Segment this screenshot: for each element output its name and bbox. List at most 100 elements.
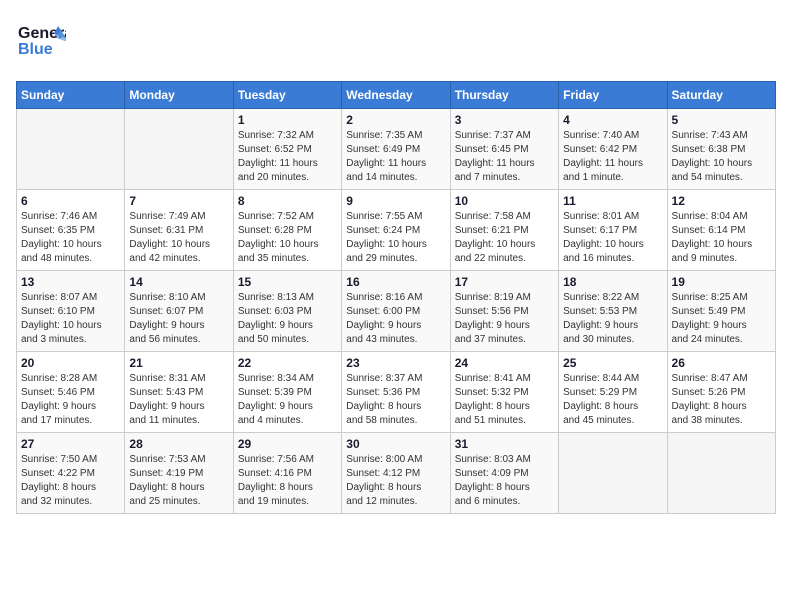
calendar-day-cell: 9 Sunrise: 7:55 AM Sunset: 6:24 PM Daylig… [342, 190, 450, 271]
calendar-day-cell: 31 Sunrise: 8:03 AM Sunset: 4:09 PM Dayli… [450, 433, 558, 514]
calendar-day-cell: 11Sunrise: 8:01 AM Sunset: 6:17 PM Dayli… [559, 190, 667, 271]
calendar-table: SundayMondayTuesdayWednesdayThursdayFrid… [16, 81, 776, 514]
day-info: Sunrise: 7:58 AM Sunset: 6:21 PM Dayligh… [455, 210, 554, 266]
day-info: Sunrise: 7:50 AM Sunset: 4:22 PM Dayligh… [21, 453, 120, 509]
day-number: 11 [563, 194, 662, 208]
calendar-day-cell: 29 Sunrise: 7:56 AM Sunset: 4:16 PM Dayli… [233, 433, 341, 514]
day-info: Sunrise: 7:53 AM Sunset: 4:19 PM Dayligh… [129, 453, 228, 509]
day-number: 29 [238, 437, 337, 451]
day-info: Sunrise: 8:10 AM Sunset: 6:07 PM Dayligh… [129, 291, 228, 347]
calendar-week-row: 1 Sunrise: 7:32 AM Sunset: 6:52 PM Daylig… [17, 109, 776, 190]
day-info: Sunrise: 7:35 AM Sunset: 6:49 PM Dayligh… [346, 129, 445, 185]
weekday-header: Tuesday [233, 82, 341, 109]
day-number: 24 [455, 356, 554, 370]
day-number: 2 [346, 113, 445, 127]
calendar-day-cell [667, 433, 775, 514]
weekday-header: Saturday [667, 82, 775, 109]
day-number: 16 [346, 275, 445, 289]
calendar-day-cell: 12 Sunrise: 8:04 AM Sunset: 6:14 PM Dayli… [667, 190, 775, 271]
day-number: 26 [672, 356, 771, 370]
calendar-day-cell: 27 Sunrise: 7:50 AM Sunset: 4:22 PM Dayli… [17, 433, 125, 514]
calendar-week-row: 20Sunrise: 8:28 AM Sunset: 5:46 PM Dayli… [17, 352, 776, 433]
day-info: Sunrise: 8:04 AM Sunset: 6:14 PM Dayligh… [672, 210, 771, 266]
calendar-header-row: SundayMondayTuesdayWednesdayThursdayFrid… [17, 82, 776, 109]
day-info: Sunrise: 8:47 AM Sunset: 5:26 PM Dayligh… [672, 372, 771, 428]
day-number: 27 [21, 437, 120, 451]
calendar-day-cell: 16 Sunrise: 8:16 AM Sunset: 6:00 PM Dayli… [342, 271, 450, 352]
weekday-header: Monday [125, 82, 233, 109]
day-info: Sunrise: 8:03 AM Sunset: 4:09 PM Dayligh… [455, 453, 554, 509]
day-number: 28 [129, 437, 228, 451]
day-info: Sunrise: 8:25 AM Sunset: 5:49 PM Dayligh… [672, 291, 771, 347]
calendar-day-cell: 17Sunrise: 8:19 AM Sunset: 5:56 PM Dayli… [450, 271, 558, 352]
day-number: 4 [563, 113, 662, 127]
day-number: 10 [455, 194, 554, 208]
day-number: 14 [129, 275, 228, 289]
day-info: Sunrise: 8:22 AM Sunset: 5:53 PM Dayligh… [563, 291, 662, 347]
calendar-day-cell: 8Sunrise: 7:52 AM Sunset: 6:28 PM Daylig… [233, 190, 341, 271]
calendar-day-cell: 3 Sunrise: 7:37 AM Sunset: 6:45 PM Daylig… [450, 109, 558, 190]
calendar-day-cell: 28 Sunrise: 7:53 AM Sunset: 4:19 PM Dayli… [125, 433, 233, 514]
day-info: Sunrise: 8:13 AM Sunset: 6:03 PM Dayligh… [238, 291, 337, 347]
calendar-day-cell: 19 Sunrise: 8:25 AM Sunset: 5:49 PM Dayli… [667, 271, 775, 352]
calendar-week-row: 13 Sunrise: 8:07 AM Sunset: 6:10 PM Dayli… [17, 271, 776, 352]
calendar-day-cell [17, 109, 125, 190]
calendar-day-cell: 10 Sunrise: 7:58 AM Sunset: 6:21 PM Dayli… [450, 190, 558, 271]
calendar-day-cell: 30 Sunrise: 8:00 AM Sunset: 4:12 PM Dayli… [342, 433, 450, 514]
day-info: Sunrise: 8:34 AM Sunset: 5:39 PM Dayligh… [238, 372, 337, 428]
calendar-day-cell: 14 Sunrise: 8:10 AM Sunset: 6:07 PM Dayli… [125, 271, 233, 352]
day-number: 19 [672, 275, 771, 289]
weekday-header: Wednesday [342, 82, 450, 109]
calendar-day-cell: 13 Sunrise: 8:07 AM Sunset: 6:10 PM Dayli… [17, 271, 125, 352]
day-number: 22 [238, 356, 337, 370]
svg-text:Blue: Blue [18, 41, 53, 58]
day-number: 21 [129, 356, 228, 370]
day-info: Sunrise: 7:56 AM Sunset: 4:16 PM Dayligh… [238, 453, 337, 509]
calendar-day-cell: 18 Sunrise: 8:22 AM Sunset: 5:53 PM Dayli… [559, 271, 667, 352]
day-info: Sunrise: 7:32 AM Sunset: 6:52 PM Dayligh… [238, 129, 337, 185]
day-number: 12 [672, 194, 771, 208]
weekday-header: Thursday [450, 82, 558, 109]
weekday-header: Sunday [17, 82, 125, 109]
calendar-day-cell: 15 Sunrise: 8:13 AM Sunset: 6:03 PM Dayli… [233, 271, 341, 352]
calendar-day-cell: 24Sunrise: 8:41 AM Sunset: 5:32 PM Dayli… [450, 352, 558, 433]
day-number: 13 [21, 275, 120, 289]
day-info: Sunrise: 7:46 AM Sunset: 6:35 PM Dayligh… [21, 210, 120, 266]
calendar-week-row: 27 Sunrise: 7:50 AM Sunset: 4:22 PM Dayli… [17, 433, 776, 514]
day-number: 30 [346, 437, 445, 451]
calendar-day-cell: 2 Sunrise: 7:35 AM Sunset: 6:49 PM Daylig… [342, 109, 450, 190]
calendar-week-row: 6 Sunrise: 7:46 AM Sunset: 6:35 PM Daylig… [17, 190, 776, 271]
day-number: 9 [346, 194, 445, 208]
day-number: 6 [21, 194, 120, 208]
calendar-day-cell: 25Sunrise: 8:44 AM Sunset: 5:29 PM Dayli… [559, 352, 667, 433]
day-info: Sunrise: 8:44 AM Sunset: 5:29 PM Dayligh… [563, 372, 662, 428]
calendar-day-cell: 22 Sunrise: 8:34 AM Sunset: 5:39 PM Dayli… [233, 352, 341, 433]
day-number: 3 [455, 113, 554, 127]
day-info: Sunrise: 8:00 AM Sunset: 4:12 PM Dayligh… [346, 453, 445, 509]
day-info: Sunrise: 8:16 AM Sunset: 6:00 PM Dayligh… [346, 291, 445, 347]
day-info: Sunrise: 7:55 AM Sunset: 6:24 PM Dayligh… [346, 210, 445, 266]
day-number: 5 [672, 113, 771, 127]
logo-icon: General Blue [16, 16, 66, 71]
day-number: 1 [238, 113, 337, 127]
day-info: Sunrise: 7:49 AM Sunset: 6:31 PM Dayligh… [129, 210, 228, 266]
calendar-day-cell: 6 Sunrise: 7:46 AM Sunset: 6:35 PM Daylig… [17, 190, 125, 271]
day-number: 18 [563, 275, 662, 289]
calendar-day-cell: 7 Sunrise: 7:49 AM Sunset: 6:31 PM Daylig… [125, 190, 233, 271]
day-info: Sunrise: 8:07 AM Sunset: 6:10 PM Dayligh… [21, 291, 120, 347]
calendar-day-cell: 20Sunrise: 8:28 AM Sunset: 5:46 PM Dayli… [17, 352, 125, 433]
calendar-day-cell: 4Sunrise: 7:40 AM Sunset: 6:42 PM Daylig… [559, 109, 667, 190]
logo: General Blue [16, 16, 66, 71]
day-info: Sunrise: 7:37 AM Sunset: 6:45 PM Dayligh… [455, 129, 554, 185]
day-number: 31 [455, 437, 554, 451]
day-info: Sunrise: 7:52 AM Sunset: 6:28 PM Dayligh… [238, 210, 337, 266]
day-number: 7 [129, 194, 228, 208]
day-info: Sunrise: 8:31 AM Sunset: 5:43 PM Dayligh… [129, 372, 228, 428]
day-info: Sunrise: 8:19 AM Sunset: 5:56 PM Dayligh… [455, 291, 554, 347]
day-info: Sunrise: 7:43 AM Sunset: 6:38 PM Dayligh… [672, 129, 771, 185]
calendar-day-cell [559, 433, 667, 514]
calendar-day-cell: 26 Sunrise: 8:47 AM Sunset: 5:26 PM Dayli… [667, 352, 775, 433]
calendar-day-cell: 5 Sunrise: 7:43 AM Sunset: 6:38 PM Daylig… [667, 109, 775, 190]
calendar-day-cell [125, 109, 233, 190]
day-number: 15 [238, 275, 337, 289]
